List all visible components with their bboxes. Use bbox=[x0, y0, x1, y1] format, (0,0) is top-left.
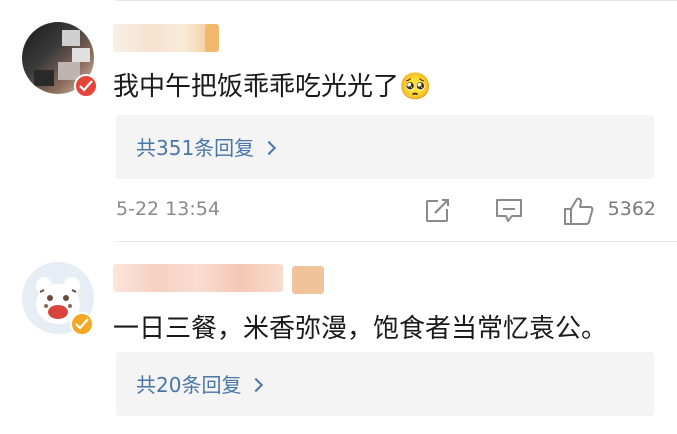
divider bbox=[116, 0, 677, 1]
username-decoration bbox=[205, 24, 219, 52]
replies-box[interactable]: 共351条回复 bbox=[116, 115, 654, 179]
like-count: 5362 bbox=[607, 198, 656, 220]
replies-label: 共351条回复 bbox=[136, 136, 255, 160]
divider bbox=[116, 241, 677, 242]
verified-badge-icon bbox=[74, 74, 98, 98]
timestamp: 5-22 13:54 bbox=[116, 198, 220, 220]
comment-meta: 5-22 13:54 5362 bbox=[116, 196, 656, 226]
username-decoration bbox=[292, 266, 324, 294]
replies-box[interactable]: 共20条回复 bbox=[116, 352, 654, 416]
replies-label: 共20条回复 bbox=[136, 373, 242, 397]
comment-list: 我中午把饭乖乖吃光光了🥺 共351条回复 5-22 13:54 5362 一日三… bbox=[0, 0, 677, 434]
comment-text: 一日三餐，米香弥漫，饱食者当常忆袁公。 bbox=[113, 314, 608, 344]
verified-badge-icon bbox=[70, 312, 94, 336]
comment-icon[interactable] bbox=[494, 196, 524, 228]
chevron-right-icon bbox=[249, 377, 264, 393]
view-replies-link[interactable]: 共20条回复 bbox=[136, 369, 264, 398]
username[interactable] bbox=[113, 264, 283, 292]
view-replies-link[interactable]: 共351条回复 bbox=[136, 132, 277, 161]
comment-text: 我中午把饭乖乖吃光光了🥺 bbox=[113, 72, 432, 102]
username[interactable] bbox=[113, 24, 213, 52]
like-icon[interactable] bbox=[563, 196, 595, 230]
share-icon[interactable] bbox=[424, 196, 452, 228]
chevron-right-icon bbox=[262, 140, 277, 156]
